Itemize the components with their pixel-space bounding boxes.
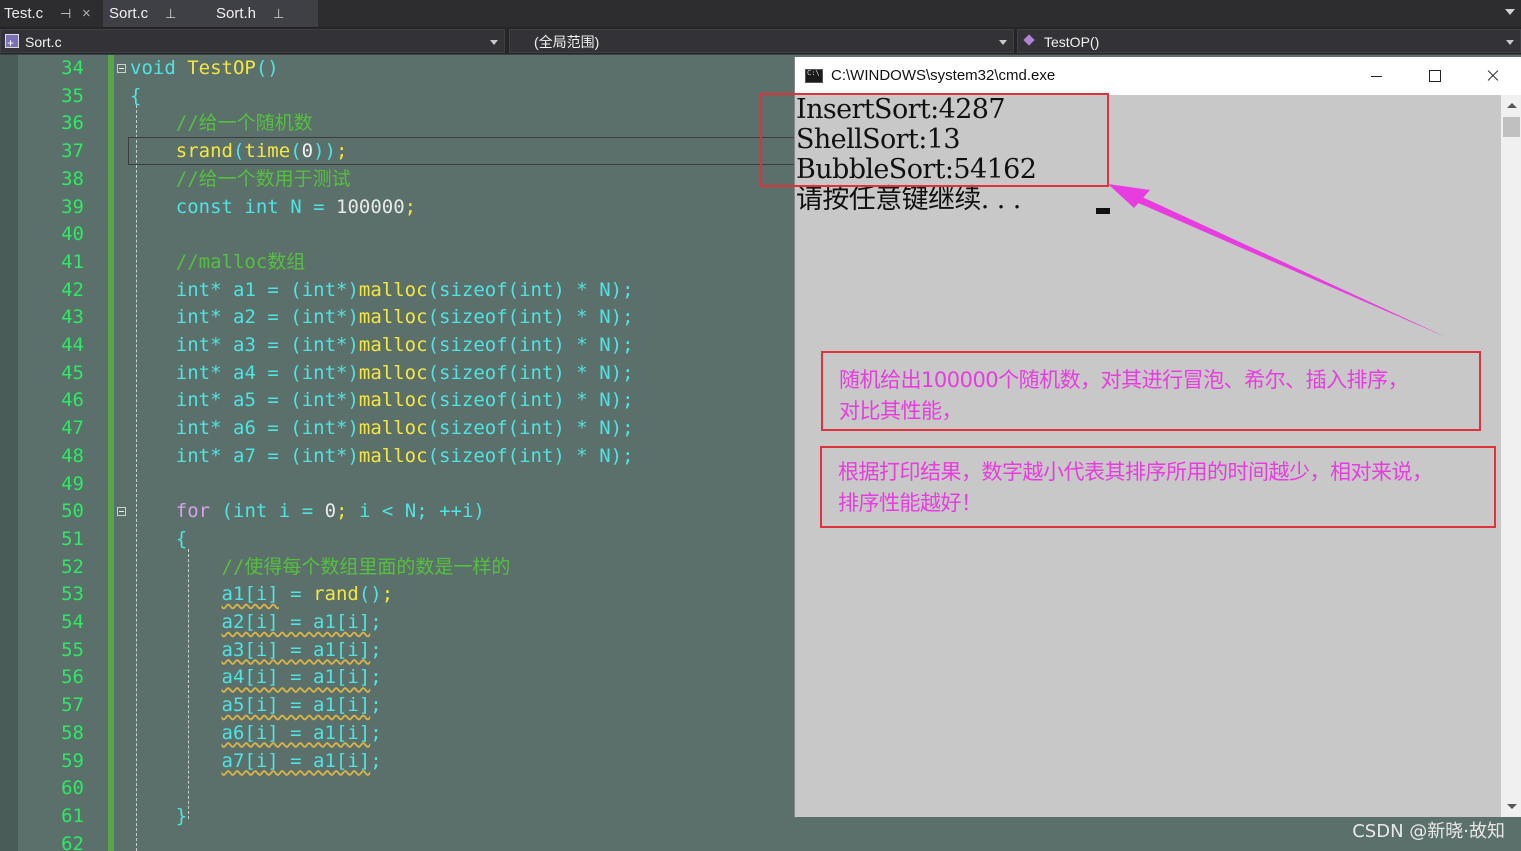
annotation-note-2: 根据打印结果，数字越小代表其排序所用的时间越少，相对来说， 排序性能越好！ (820, 446, 1496, 528)
note-line: 随机给出100000个随机数，对其进行冒泡、希尔、插入排序， (839, 368, 1409, 392)
watermark: CSDN @新晓·故知 (1352, 821, 1505, 842)
note-line: 对比其性能， (839, 399, 963, 423)
note-line: 排序性能越好！ (838, 491, 982, 515)
annotation-note-1: 随机给出100000个随机数，对其进行冒泡、希尔、插入排序， 对比其性能， (821, 351, 1481, 431)
note-line: 根据打印结果，数字越小代表其排序所用的时间越少，相对来说， (838, 460, 1433, 484)
